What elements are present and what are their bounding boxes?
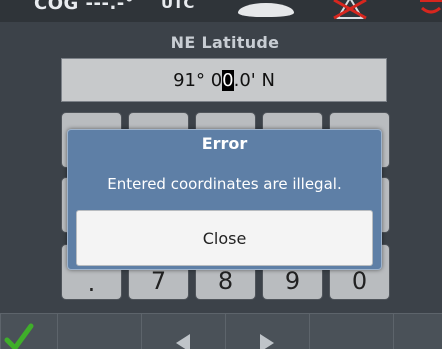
cog-readout: COG ---.-° [34, 0, 135, 14]
error-dialog: Error Entered coordinates are illegal. C… [67, 129, 382, 270]
utc-label: UTC [161, 0, 195, 12]
arrow-right-icon [260, 334, 274, 349]
screen: COG ---.-° UTC NE Latitude 91° 00.0' N .… [0, 0, 442, 349]
arrow-left-icon [176, 334, 190, 349]
checkmark-icon [4, 323, 34, 349]
alarm-icon [420, 0, 442, 14]
dialog-message: Entered coordinates are illegal. [107, 175, 342, 193]
dialog-title: Error [201, 134, 248, 153]
next-button[interactable] [225, 313, 309, 349]
prev-button[interactable] [141, 313, 225, 349]
close-button[interactable]: Close [76, 210, 373, 266]
toolbar-button[interactable] [57, 313, 141, 349]
confirm-button[interactable] [0, 313, 57, 349]
page-title: NE Latitude [170, 33, 280, 52]
antenna-off-icon [333, 0, 367, 20]
toolbar-button[interactable] [393, 313, 442, 349]
status-bar: COG ---.-° UTC [0, 0, 442, 22]
vessel-icon [238, 3, 294, 17]
coordinate-text-after: .0' N [233, 70, 275, 91]
coordinate-cursor: 0 [222, 70, 234, 91]
toolbar-button[interactable] [309, 313, 393, 349]
coordinate-input[interactable]: 91° 00.0' N [61, 58, 387, 102]
coordinate-text-before: 91° 0 [173, 70, 223, 91]
bottom-toolbar [0, 313, 442, 349]
